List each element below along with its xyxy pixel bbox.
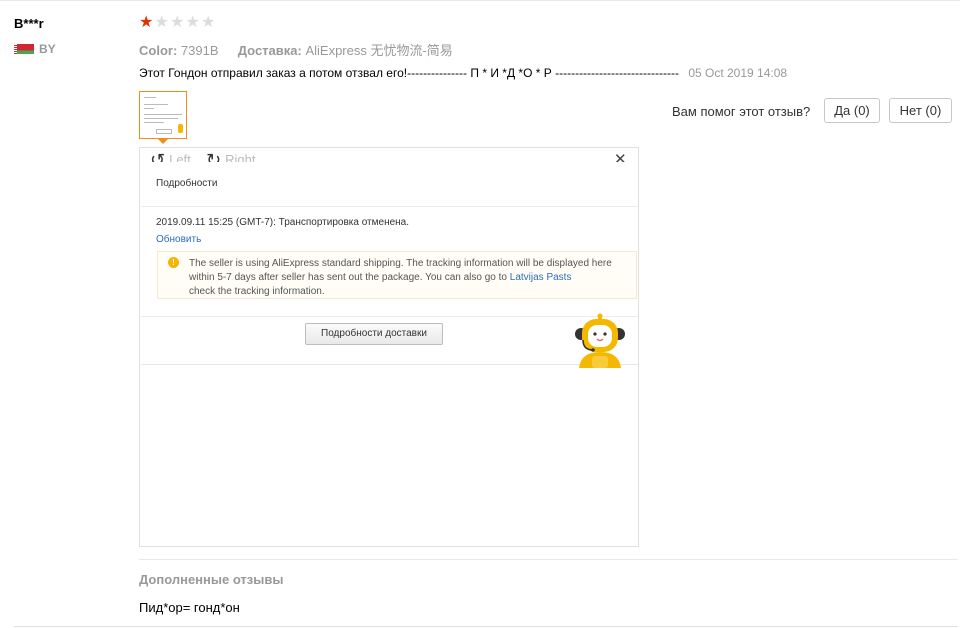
top-divider: [0, 0, 960, 1]
thumbnail-pointer: [158, 139, 168, 144]
reviewer-country: BY: [39, 42, 56, 56]
notice-link: Latvijas Pasts: [509, 272, 572, 283]
star-empty-icon: ★: [201, 14, 216, 31]
review-photo-thumbnail[interactable]: [139, 91, 187, 139]
review-body: Этот Гондон отправил заказ а потом отзва…: [139, 66, 787, 80]
additional-review-text: Пид*ор= гонд*он: [139, 600, 240, 615]
info-icon: !: [168, 257, 179, 268]
belarus-flag-icon: [14, 44, 34, 54]
color-value: 7391B: [180, 43, 219, 58]
star-filled-icon: ★: [139, 14, 154, 31]
reviewer-name: B***r: [14, 16, 44, 31]
photo-divider: [141, 316, 638, 317]
star-empty-icon: ★: [170, 14, 185, 31]
order-attributes: Color: 7391B Доставка: AliExpress 无忧物流-简…: [139, 40, 453, 59]
star-empty-icon: ★: [154, 14, 169, 31]
details-title: Подробности: [156, 178, 218, 189]
review-text: Этот Гондон отправил заказ а потом отзва…: [139, 66, 679, 80]
mascot-icon: [575, 313, 625, 368]
photo-divider: [141, 364, 638, 365]
color-label: Color:: [139, 43, 178, 58]
additional-review-title: Дополненные отзывы: [139, 572, 284, 587]
photo-divider: [141, 206, 638, 207]
review-date: 05 Oct 2019 14:08: [688, 66, 788, 80]
delivery-value: AliExpress 无忧物流-简易: [305, 43, 453, 58]
photo-viewer: ↺ Left ↻ Right ✕ Подробности 2019.09.11 15…: [139, 147, 639, 547]
helpful-question: Вам помог этот отзыв?: [672, 104, 811, 119]
helpful-yes-button[interactable]: Да (0): [824, 98, 880, 123]
shipping-notice: ! The seller is using AliExpress standar…: [157, 251, 637, 299]
section-divider: [139, 559, 958, 560]
notice-text: The seller is using AliExpress standard …: [189, 257, 629, 299]
delivery-label: Доставка:: [237, 43, 302, 58]
update-link: Обновить: [156, 234, 202, 245]
tracking-entry: 2019.09.11 15:25 (GMT-7): Транспортировк…: [156, 217, 410, 228]
star-empty-icon: ★: [185, 14, 200, 31]
review-photo: Подробности 2019.09.11 15:25 (GMT-7): Тр…: [141, 162, 638, 368]
delivery-details-button: Подробности доставки: [305, 323, 443, 345]
rating-stars: ★★★★★: [139, 14, 217, 32]
notice-tail: check the tracking information.: [189, 286, 325, 297]
helpful-no-button[interactable]: Нет (0): [889, 98, 952, 123]
bottom-divider: [14, 626, 958, 627]
